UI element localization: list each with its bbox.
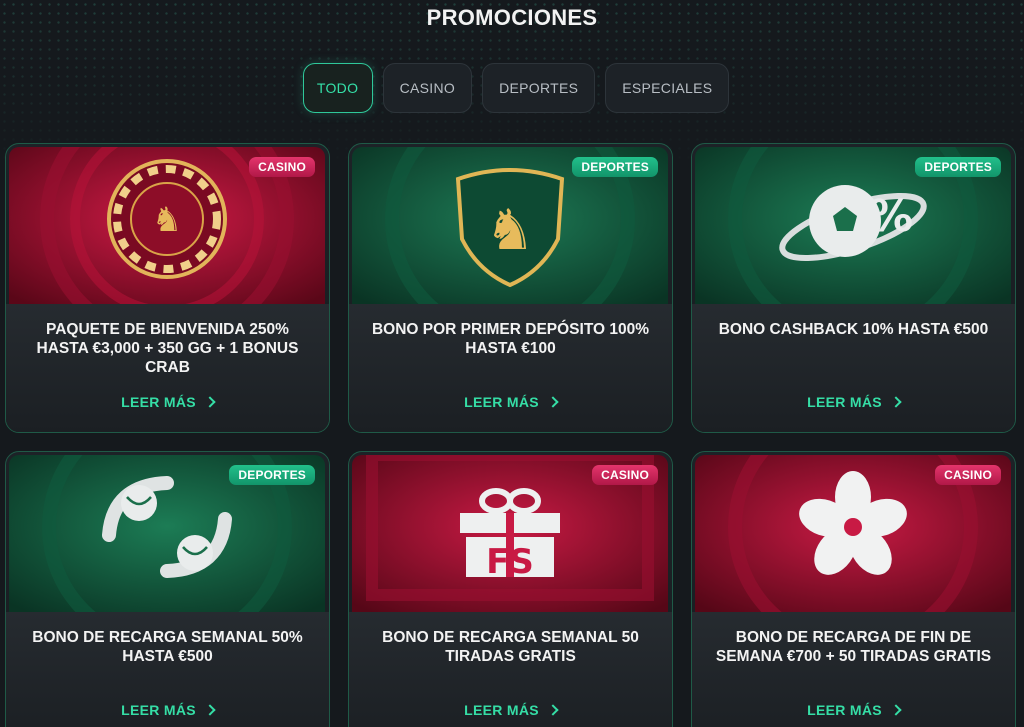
- category-badge: DEPORTES: [572, 157, 658, 177]
- chevron-right-icon: [890, 396, 902, 408]
- tab-casino[interactable]: CASINO: [382, 63, 473, 113]
- promo-grid: ♞ CASINO PAQUETE DE BIENVENIDA 250% HAST…: [5, 143, 1016, 727]
- promo-card-body: PAQUETE DE BIENVENIDA 250% HASTA €3,000 …: [6, 304, 329, 432]
- chevron-right-icon: [204, 704, 216, 716]
- promo-filter-tabs: TODO CASINO DEPORTES ESPECIALES: [0, 63, 1024, 113]
- promo-hero-image: % DEPORTES: [695, 147, 1011, 305]
- read-more-label: LEER MÁS: [464, 702, 539, 718]
- read-more-label: LEER MÁS: [121, 394, 196, 410]
- category-badge: DEPORTES: [915, 157, 1001, 177]
- promo-card-body: BONO DE RECARGA SEMANAL 50 TIRADAS GRATI…: [349, 612, 672, 727]
- chevron-right-icon: [547, 396, 559, 408]
- promo-hero-image: ♞ CASINO: [9, 147, 325, 305]
- read-more-label: LEER MÁS: [807, 702, 882, 718]
- read-more-label: LEER MÁS: [121, 702, 196, 718]
- promo-title: BONO CASHBACK 10% HASTA €500: [718, 321, 989, 338]
- promo-card[interactable]: DEPORTES BONO DE RECARGA SEMANAL 50% HAS…: [5, 451, 330, 727]
- read-more-link[interactable]: LEER MÁS: [6, 702, 329, 718]
- promo-title: BONO DE RECARGA SEMANAL 50% HASTA €500: [32, 629, 303, 665]
- promo-card[interactable]: CASINO BONO DE RECARGA DE FIN DE SEMANA …: [691, 451, 1016, 727]
- casino-chip-lion-icon: ♞: [107, 159, 227, 279]
- promo-card[interactable]: ♞ DEPORTES BONO POR PRIMER DEPÓSITO 100%…: [348, 143, 673, 433]
- promo-title: BONO POR PRIMER DEPÓSITO 100% HASTA €100: [371, 321, 650, 357]
- promo-title: BONO DE RECARGA DE FIN DE SEMANA €700 + …: [715, 629, 992, 665]
- chevron-right-icon: [204, 396, 216, 408]
- promo-card-body: BONO DE RECARGA SEMANAL 50% HASTA €500 L…: [6, 612, 329, 727]
- promo-hero-image: CASINO: [695, 455, 1011, 613]
- read-more-link[interactable]: LEER MÁS: [692, 394, 1015, 410]
- read-more-link[interactable]: LEER MÁS: [349, 702, 672, 718]
- promo-card-body: BONO DE RECARGA DE FIN DE SEMANA €700 + …: [692, 612, 1015, 727]
- svg-text:♞: ♞: [152, 200, 182, 240]
- promo-title: PAQUETE DE BIENVENIDA 250% HASTA €3,000 …: [36, 321, 299, 376]
- chevron-right-icon: [547, 704, 559, 716]
- tab-todo[interactable]: TODO: [302, 63, 373, 113]
- promo-card-body: BONO POR PRIMER DEPÓSITO 100% HASTA €100…: [349, 304, 672, 432]
- promo-card-body: BONO CASHBACK 10% HASTA €500 LEER MÁS: [692, 304, 1015, 432]
- category-badge: CASINO: [592, 465, 658, 485]
- chevron-right-icon: [890, 704, 902, 716]
- promo-hero-image: ♞ DEPORTES: [352, 147, 668, 305]
- read-more-link[interactable]: LEER MÁS: [349, 394, 672, 410]
- category-badge: DEPORTES: [229, 465, 315, 485]
- promo-hero-image: FS CASINO: [352, 455, 668, 613]
- promo-card[interactable]: ♞ CASINO PAQUETE DE BIENVENIDA 250% HAST…: [5, 143, 330, 433]
- read-more-link[interactable]: LEER MÁS: [692, 702, 1015, 718]
- category-badge: CASINO: [249, 157, 315, 177]
- tab-deportes[interactable]: DEPORTES: [482, 63, 596, 113]
- promo-hero-image: DEPORTES: [9, 455, 325, 613]
- promo-card[interactable]: FS CASINO BONO DE RECARGA SEMANAL 50 TIR…: [348, 451, 673, 727]
- svg-text:%: %: [869, 191, 913, 242]
- page-title: PROMOCIONES: [426, 5, 598, 30]
- svg-text:♞: ♞: [485, 198, 535, 263]
- read-more-label: LEER MÁS: [464, 394, 539, 410]
- promo-title: BONO DE RECARGA SEMANAL 50 TIRADAS GRATI…: [382, 629, 639, 665]
- tab-especiales[interactable]: ESPECIALES: [605, 63, 730, 113]
- category-badge: CASINO: [935, 465, 1001, 485]
- read-more-link[interactable]: LEER MÁS: [6, 394, 329, 410]
- read-more-label: LEER MÁS: [807, 394, 882, 410]
- svg-text:FS: FS: [486, 542, 534, 582]
- promo-card[interactable]: % DEPORTES BONO CASHBACK 10% HASTA €500 …: [691, 143, 1016, 433]
